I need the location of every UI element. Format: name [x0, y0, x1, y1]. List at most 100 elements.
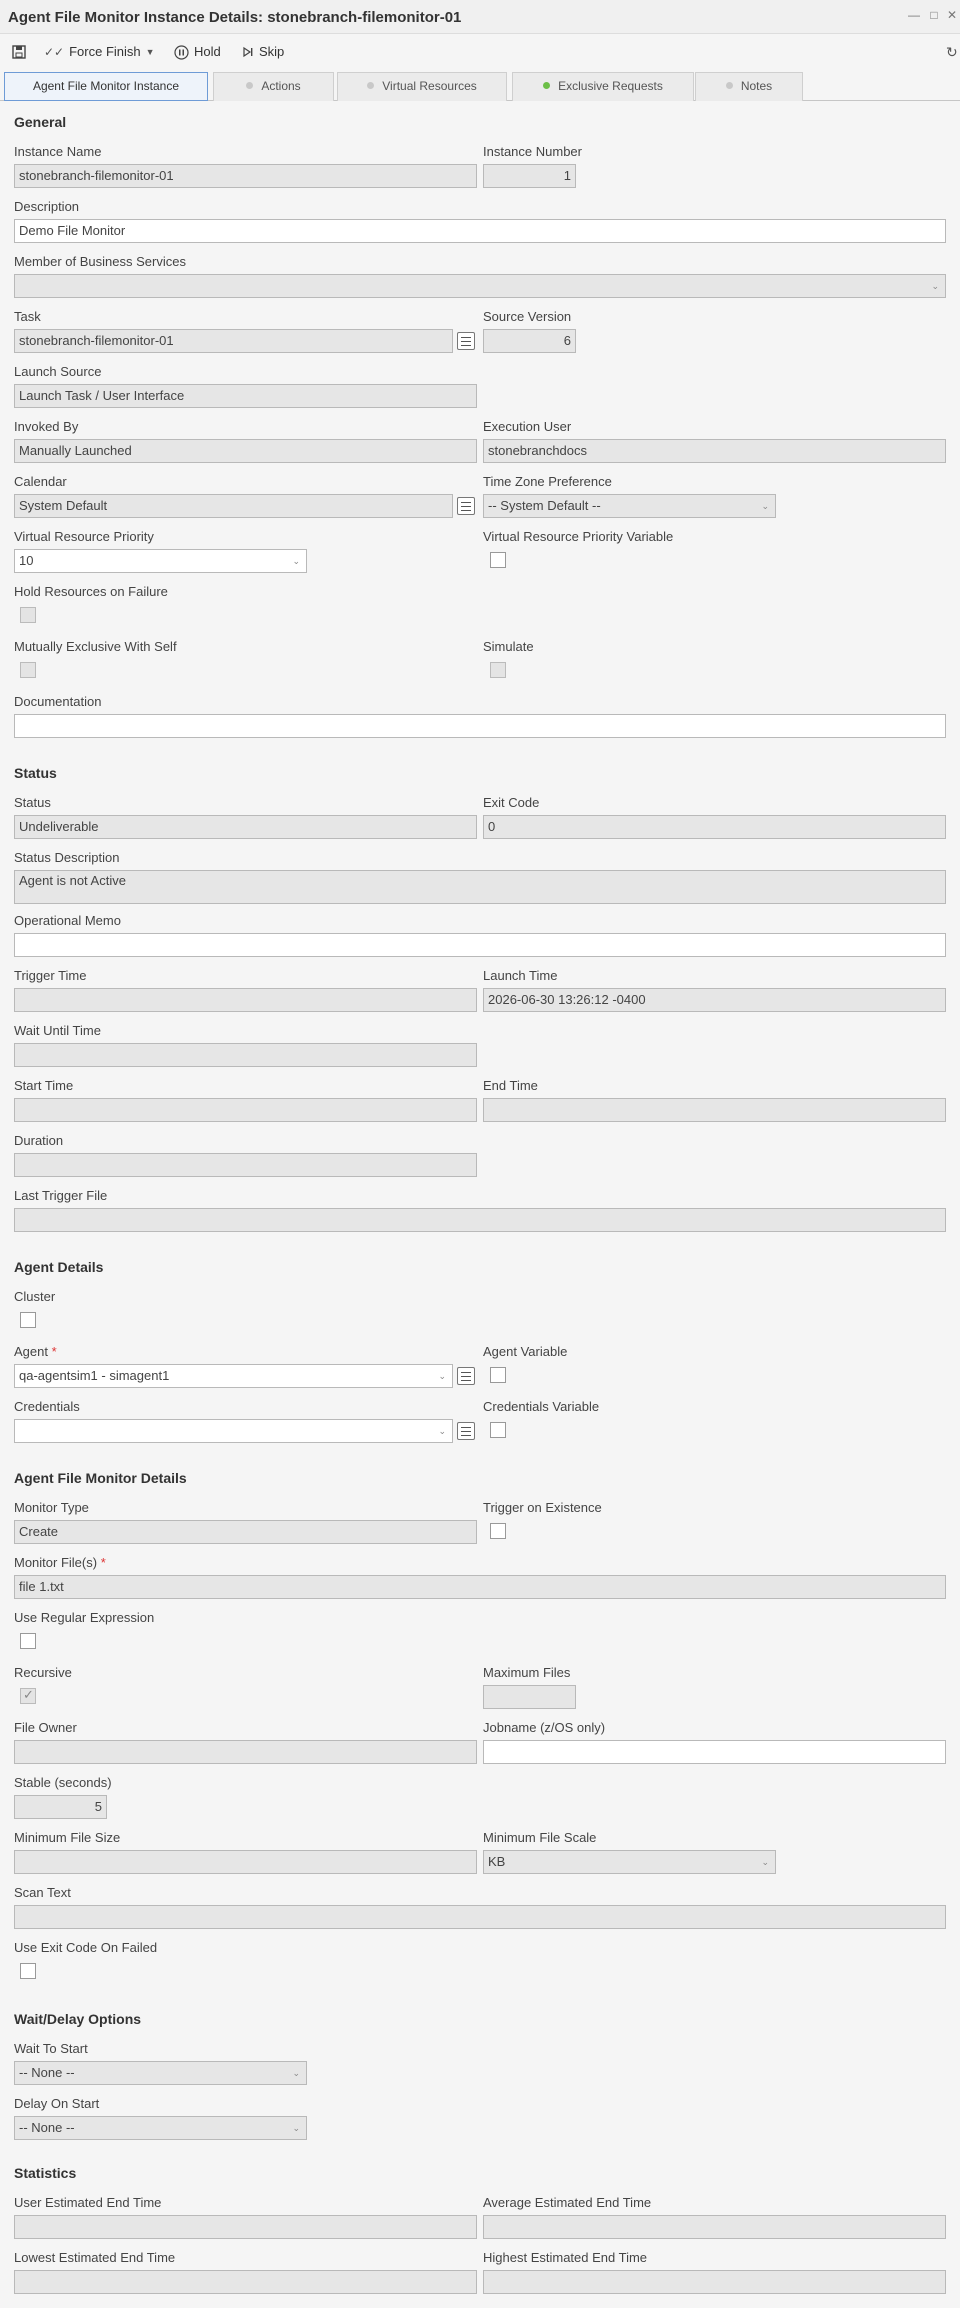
agent-value: qa-agentsim1 - simagent1 [19, 1368, 170, 1383]
hold-button[interactable]: Hold [174, 42, 221, 62]
vr-priority-select[interactable]: 10 ⌄ [14, 549, 307, 573]
jobname-label: Jobname (z/OS only) [483, 1720, 606, 1735]
task-lookup-icon[interactable] [457, 332, 475, 350]
tab-label: Exclusive Requests [558, 79, 663, 93]
launch-time-label: Launch Time [483, 968, 558, 983]
tab-status-dot [246, 82, 254, 89]
window: Agent File Monitor Instance Details: sto… [0, 0, 960, 2308]
refresh-icon[interactable]: ↻ [946, 42, 958, 62]
instance-name-field[interactable]: stonebranch-filemonitor-01 [14, 164, 477, 188]
tab-exclusive-requests[interactable]: Exclusive Requests [512, 72, 694, 101]
task-field[interactable]: stonebranch-filemonitor-01 [14, 329, 453, 353]
use-regex-label: Use Regular Expression [14, 1610, 155, 1625]
status-description-field[interactable]: Agent is not Active [14, 870, 946, 904]
vr-priority-variable-checkbox[interactable] [490, 552, 506, 568]
trigger-existence-checkbox[interactable] [490, 1523, 506, 1539]
operational-memo-label: Operational Memo [14, 913, 121, 928]
end-time-field[interactable] [483, 1098, 946, 1122]
end-time-label: End Time [483, 1078, 538, 1093]
start-time-field[interactable] [14, 1098, 477, 1122]
vr-priority-label: Virtual Resource Priority [14, 529, 154, 544]
min-file-scale-select[interactable]: KB ⌄ [483, 1850, 776, 1874]
cluster-checkbox[interactable] [20, 1312, 36, 1328]
credentials-variable-checkbox[interactable] [490, 1422, 506, 1438]
invoked-by-field[interactable]: Manually Launched [14, 439, 477, 463]
trigger-time-label: Trigger Time [14, 968, 87, 983]
calendar-lookup-icon[interactable] [457, 497, 475, 515]
agent-lookup-icon[interactable] [457, 1367, 475, 1385]
documentation-field[interactable] [14, 714, 946, 738]
wait-to-start-select[interactable]: -- None -- ⌄ [14, 2061, 307, 2085]
maximize-icon[interactable]: □ [926, 7, 942, 23]
vr-priority-variable-label: Virtual Resource Priority Variable [483, 529, 674, 544]
recursive-checkbox[interactable] [20, 1687, 36, 1704]
use-regex-checkbox[interactable] [20, 1633, 36, 1649]
required-marker: * [100, 1555, 106, 1570]
launch-source-field[interactable]: Launch Task / User Interface [14, 384, 477, 408]
user-est-end-field[interactable] [14, 2215, 477, 2239]
monitor-files-label-text: Monitor File(s) [14, 1555, 98, 1570]
wait-until-field[interactable] [14, 1043, 477, 1067]
minimize-icon[interactable]: — [906, 7, 922, 23]
execution-user-field[interactable]: stonebranchdocs [483, 439, 946, 463]
instance-name-label: Instance Name [14, 144, 102, 159]
simulate-checkbox[interactable] [490, 662, 506, 678]
exit-code-field[interactable]: 0 [483, 815, 946, 839]
max-files-field[interactable] [483, 1685, 576, 1709]
status-field[interactable]: Undeliverable [14, 815, 477, 839]
high-est-end-field[interactable] [483, 2270, 946, 2294]
delay-on-start-select[interactable]: -- None -- ⌄ [14, 2116, 307, 2140]
tab-actions[interactable]: Actions [213, 72, 334, 101]
monitor-type-field[interactable]: Create [14, 1520, 477, 1544]
tab-agent-file-monitor-instance[interactable]: Agent File Monitor Instance [4, 72, 208, 101]
use-exit-code-checkbox[interactable] [20, 1963, 36, 1979]
force-finish-label: Force Finish [69, 44, 141, 59]
instance-number-label: Instance Number [483, 144, 582, 159]
avg-est-end-field[interactable] [483, 2215, 946, 2239]
credentials-label: Credentials [14, 1399, 80, 1414]
credentials-select[interactable]: ⌄ [14, 1419, 453, 1443]
user-est-end-label: User Estimated End Time [14, 2195, 162, 2210]
low-est-end-label: Lowest Estimated End Time [14, 2250, 176, 2265]
force-finish-button[interactable]: ✓✓ Force Finish ▼ [44, 42, 155, 62]
launch-time-field[interactable]: 2026-06-30 13:26:12 -0400 [483, 988, 946, 1012]
close-icon[interactable]: ✕ [944, 7, 960, 23]
file-owner-field[interactable] [14, 1740, 477, 1764]
agent-select[interactable]: qa-agentsim1 - simagent1 ⌄ [14, 1364, 453, 1388]
calendar-label: Calendar [14, 474, 67, 489]
invoked-by-label: Invoked By [14, 419, 79, 434]
business-services-select[interactable]: ⌄ [14, 274, 946, 298]
monitor-files-field[interactable]: file 1.txt [14, 1575, 946, 1599]
scan-text-field[interactable] [14, 1905, 946, 1929]
agent-variable-checkbox[interactable] [490, 1367, 506, 1383]
duration-field[interactable] [14, 1153, 477, 1177]
chevron-down-icon: ⌄ [761, 1857, 769, 1867]
mutually-exclusive-checkbox[interactable] [20, 662, 36, 678]
min-file-size-field[interactable] [14, 1850, 477, 1874]
wait-until-label: Wait Until Time [14, 1023, 101, 1038]
trigger-time-field[interactable] [14, 988, 477, 1012]
min-file-scale-value: KB [488, 1854, 506, 1869]
calendar-field[interactable]: System Default [14, 494, 453, 518]
time-zone-select[interactable]: -- System Default -- ⌄ [483, 494, 776, 518]
last-trigger-file-field[interactable] [14, 1208, 946, 1232]
hold-resources-checkbox[interactable] [20, 607, 36, 623]
low-est-end-field[interactable] [14, 2270, 477, 2294]
tab-notes[interactable]: Notes [695, 72, 803, 101]
section-status: Status [14, 765, 57, 781]
operational-memo-field[interactable] [14, 933, 946, 957]
description-field[interactable]: Demo File Monitor [14, 219, 946, 243]
instance-number-field[interactable]: 1 [483, 164, 576, 188]
save-icon[interactable] [12, 42, 26, 62]
status-label: Status [14, 795, 51, 810]
tab-label: Notes [740, 79, 773, 93]
source-version-field[interactable]: 6 [483, 329, 576, 353]
jobname-field[interactable] [483, 1740, 946, 1764]
skip-button[interactable]: Skip [242, 42, 284, 62]
agent-variable-label: Agent Variable [483, 1344, 568, 1359]
tab-virtual-resources[interactable]: Virtual Resources [337, 72, 507, 101]
chevron-down-icon: ⌄ [292, 2123, 300, 2133]
stable-field[interactable]: 5 [14, 1795, 107, 1819]
agent-label-text: Agent [14, 1344, 48, 1359]
credentials-lookup-icon[interactable] [457, 1422, 475, 1440]
